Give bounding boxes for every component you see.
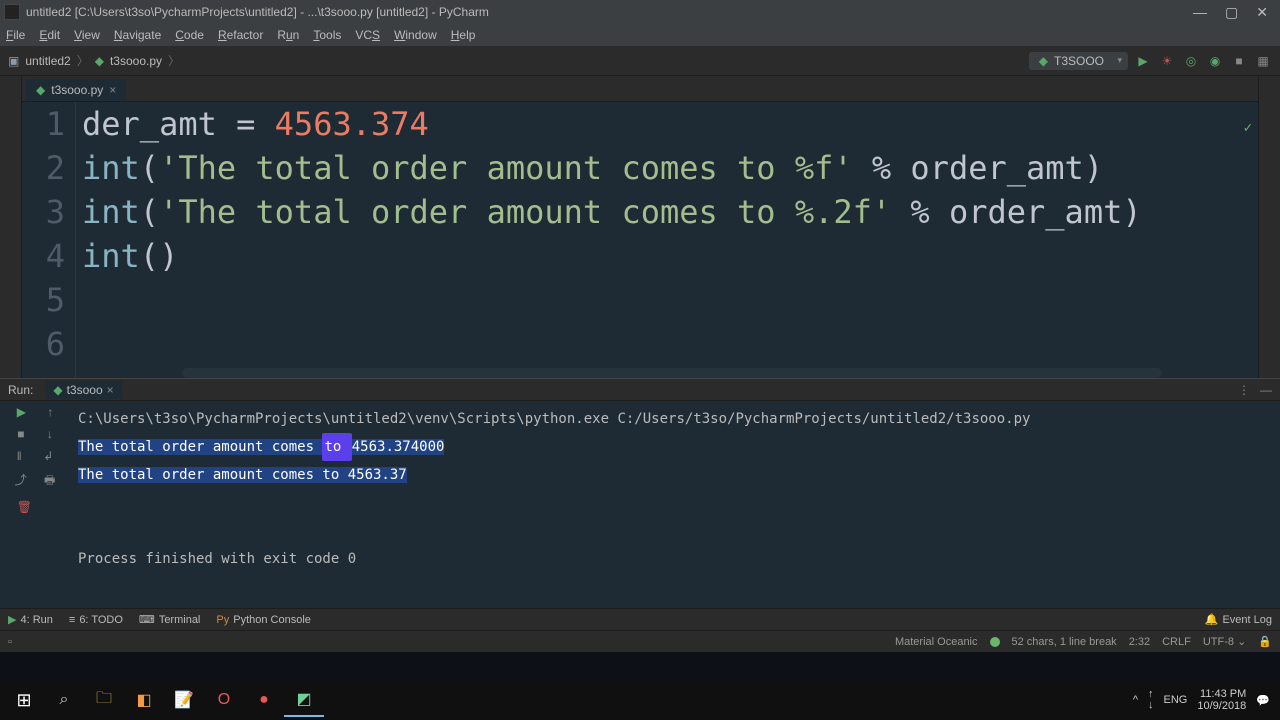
stop-icon[interactable]: ■ xyxy=(17,427,24,441)
search-icon[interactable]: ⌕ xyxy=(44,683,84,717)
menu-navigate[interactable]: Navigate xyxy=(114,28,161,42)
status-encoding[interactable]: UTF-8 ⌄ xyxy=(1203,635,1246,648)
run-hide-icon[interactable]: — xyxy=(1260,383,1272,397)
menu-help[interactable]: Help xyxy=(451,28,476,42)
menu-window[interactable]: Window xyxy=(394,28,437,42)
minimize-button[interactable]: — xyxy=(1193,4,1207,21)
tab-python-console[interactable]: PyPython Console xyxy=(216,614,311,626)
editor-tabs: ◆ t3sooo.py × xyxy=(22,76,1258,102)
soft-wrap-icon[interactable]: ↲ xyxy=(43,449,53,463)
run-config-name: T3SOOO xyxy=(1054,54,1104,68)
console-exit-line: Process finished with exit code 0 xyxy=(78,545,1272,573)
run-tab-name: t3sooo xyxy=(67,383,103,397)
menu-view[interactable]: View xyxy=(74,28,100,42)
system-tray[interactable]: ^ ↑↓ ENG 11:43 PM 10/9/2018 💬 xyxy=(1133,688,1276,712)
tab-run[interactable]: ▶4: Run xyxy=(8,613,53,626)
navigation-toolbar: ▣ untitled2 〉 ◆ t3sooo.py 〉 ◆ T3SOOO ▶ ☀… xyxy=(0,46,1280,76)
recorder-icon[interactable]: ● xyxy=(244,683,284,717)
status-dot-icon xyxy=(990,637,1000,647)
coverage-button[interactable]: ◎ xyxy=(1182,54,1200,68)
chevron-right-icon: 〉 xyxy=(168,52,180,69)
horizontal-scrollbar[interactable] xyxy=(182,368,1162,378)
menu-edit[interactable]: Edit xyxy=(39,28,60,42)
delete-icon[interactable]: 🗑 xyxy=(17,500,32,514)
down-icon[interactable]: ↓ xyxy=(47,427,53,441)
python-icon: ◆ xyxy=(53,383,62,397)
console-output[interactable]: C:\Users\t3so\PycharmProjects\untitled2\… xyxy=(70,401,1280,608)
tray-clock[interactable]: 11:43 PM 10/9/2018 xyxy=(1197,688,1246,712)
breadcrumb-file[interactable]: t3sooo.py xyxy=(110,54,162,68)
tray-notifications-icon[interactable]: 💬 xyxy=(1256,694,1270,707)
windows-taskbar: ⊞ ⌕ 🗀 ◧ 📝 O ● ◩ ^ ↑↓ ENG 11:43 PM 10/9/2… xyxy=(0,680,1280,720)
print-icon[interactable]: 🖶 xyxy=(44,471,55,492)
tab-filename: t3sooo.py xyxy=(51,83,103,97)
stop-button[interactable]: ■ xyxy=(1230,54,1248,68)
run-button[interactable]: ▶ xyxy=(1134,54,1152,68)
close-button[interactable]: ✕ xyxy=(1256,4,1268,21)
menu-run[interactable]: Run xyxy=(277,28,299,42)
breadcrumb-root[interactable]: untitled2 xyxy=(25,54,70,68)
menu-tools[interactable]: Tools xyxy=(313,28,341,42)
pause-icon[interactable]: ‖ xyxy=(17,449,22,463)
python-file-icon: ◆ xyxy=(36,83,45,97)
pycharm-taskbar-icon[interactable]: ◩ xyxy=(284,683,324,717)
debug-button[interactable]: ☀ xyxy=(1158,54,1176,68)
start-button[interactable]: ⊞ xyxy=(4,683,44,717)
breadcrumb: ▣ untitled2 〉 ◆ t3sooo.py 〉 xyxy=(8,52,180,69)
status-bar: ▫ Material Oceanic 52 chars, 1 line brea… xyxy=(0,630,1280,652)
window-titlebar: untitled2 [C:\Users\t3so\PycharmProjects… xyxy=(0,0,1280,24)
status-start-icon[interactable]: ▫ xyxy=(8,636,12,648)
python-icon: ◆ xyxy=(1039,54,1048,68)
run-tab-close-icon[interactable]: × xyxy=(107,383,114,397)
menu-refactor[interactable]: Refactor xyxy=(218,28,263,42)
run-tab[interactable]: ◆ t3sooo × xyxy=(45,381,121,399)
menu-file[interactable]: File xyxy=(6,28,25,42)
code-editor[interactable]: 123456 der_amt = 4563.374int('The total … xyxy=(22,102,1258,378)
opera-icon[interactable]: O xyxy=(204,683,244,717)
bottom-tool-tabs: ▶4: Run ≡6: TODO ⌨Terminal PyPython Cons… xyxy=(0,608,1280,630)
run-config-selector[interactable]: ◆ T3SOOO xyxy=(1029,52,1128,70)
run-panel-title: Run: xyxy=(8,383,33,397)
tab-todo[interactable]: ≡6: TODO xyxy=(69,614,123,626)
run-options-icon[interactable]: ⋮ xyxy=(1238,383,1250,397)
left-tool-stripe[interactable] xyxy=(0,76,22,378)
status-theme[interactable]: Material Oceanic xyxy=(895,636,978,648)
folder-icon: ▣ xyxy=(8,54,19,68)
tray-lang[interactable]: ENG xyxy=(1164,694,1188,706)
console-line: C:\Users\t3so\PycharmProjects\untitled2\… xyxy=(78,405,1272,433)
rerun-icon[interactable]: ▶ xyxy=(17,405,26,419)
maximize-button[interactable]: ▢ xyxy=(1225,4,1238,21)
console-line: The total order amount comes to 4563.374… xyxy=(78,433,1272,461)
tray-chevron-icon[interactable]: ^ xyxy=(1133,694,1138,706)
tab-terminal[interactable]: ⌨Terminal xyxy=(139,613,200,626)
code-content[interactable]: der_amt = 4563.374int('The total order a… xyxy=(76,102,1258,378)
search-everywhere-icon[interactable]: ▦ xyxy=(1254,54,1272,68)
profiler-button[interactable]: ◉ xyxy=(1206,54,1224,68)
explorer-icon[interactable]: 🗀 xyxy=(84,683,124,717)
status-lock-icon[interactable]: 🔒 xyxy=(1258,635,1272,648)
line-number-gutter: 123456 xyxy=(22,102,76,378)
editor-tab-active[interactable]: ◆ t3sooo.py × xyxy=(26,79,126,101)
status-line-separator[interactable]: CRLF xyxy=(1162,636,1191,648)
tab-event-log[interactable]: 🔔Event Log xyxy=(1205,613,1272,626)
menu-vcs[interactable]: VCS xyxy=(355,28,380,42)
up-icon[interactable]: ↑ xyxy=(47,405,53,419)
window-title: untitled2 [C:\Users\t3so\PycharmProjects… xyxy=(26,5,489,19)
sublime-icon[interactable]: ◧ xyxy=(124,683,164,717)
app-icon xyxy=(4,4,20,20)
notepad-icon[interactable]: 📝 xyxy=(164,683,204,717)
console-line: The total order amount comes to 4563.37 xyxy=(78,461,1272,489)
run-tool-window: Run: ◆ t3sooo × ⋮ — ▶ ↑ ■ ↓ ‖ ↲ ⤴ xyxy=(0,378,1280,608)
inspection-ok-icon: ✓ xyxy=(1244,106,1252,150)
run-action-toolbar: ▶ ↑ ■ ↓ ‖ ↲ ⤴ 🖶 🗑 xyxy=(0,401,70,608)
status-selection: 52 chars, 1 line break xyxy=(1012,636,1117,648)
exit-icon[interactable]: ⤴ xyxy=(15,471,27,492)
status-caret-pos[interactable]: 2:32 xyxy=(1129,636,1150,648)
python-file-icon: ◆ xyxy=(95,54,104,68)
chevron-right-icon: 〉 xyxy=(77,52,89,69)
tab-close-icon[interactable]: × xyxy=(109,83,116,97)
right-tool-stripe[interactable] xyxy=(1258,76,1280,378)
menu-code[interactable]: Code xyxy=(175,28,204,42)
menubar: File Edit View Navigate Code Refactor Ru… xyxy=(0,24,1280,46)
